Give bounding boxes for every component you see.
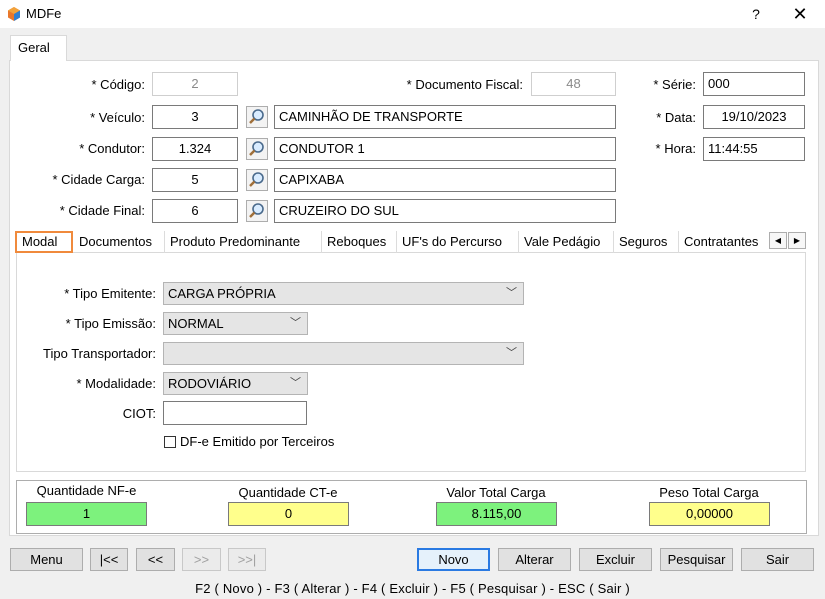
tab-documentos[interactable]: Documentos xyxy=(74,231,165,253)
cidade-final-code-field[interactable]: 6 xyxy=(152,199,238,223)
valor-total-label: Valor Total Carga xyxy=(446,485,546,500)
condutor-label: * Condutor: xyxy=(79,141,145,156)
magnifier-icon xyxy=(249,172,264,187)
documento-fiscal-field[interactable]: 48 xyxy=(531,72,616,96)
serie-label: * Série: xyxy=(653,77,696,92)
tipo-emissao-select[interactable]: NORMAL ﹀ xyxy=(163,312,308,335)
tab-reboques[interactable]: Reboques xyxy=(322,231,397,253)
tab-geral[interactable]: Geral xyxy=(10,35,67,61)
excluir-button[interactable]: Excluir xyxy=(579,548,652,571)
ciot-field[interactable] xyxy=(163,401,307,425)
magnifier-icon xyxy=(249,203,264,218)
condutor-search-button[interactable] xyxy=(246,138,268,160)
serie-field[interactable]: 000 xyxy=(703,72,805,96)
veiculo-code-field[interactable]: 3 xyxy=(152,105,238,129)
cidade-carga-name-field[interactable]: CAPIXABA xyxy=(274,168,616,192)
veiculo-name-field[interactable]: CAMINHÃO DE TRANSPORTE xyxy=(274,105,616,129)
tab-modal[interactable]: Modal xyxy=(15,231,73,253)
veiculo-search-button[interactable] xyxy=(246,106,268,128)
codigo-field[interactable]: 2 xyxy=(152,72,238,96)
help-button[interactable]: ? xyxy=(743,3,769,25)
chevron-down-icon: ﹀ xyxy=(290,377,301,389)
chevron-down-icon: ﹀ xyxy=(506,287,517,299)
alterar-button[interactable]: Alterar xyxy=(498,548,571,571)
tipo-emitente-value: CARGA PRÓPRIA xyxy=(168,286,276,301)
first-record-button[interactable]: |<< xyxy=(90,548,128,571)
qtd-nfe-value: 1 xyxy=(26,502,147,526)
tipo-transportador-label: Tipo Transportador: xyxy=(43,346,156,361)
cidade-carga-code-field[interactable]: 5 xyxy=(152,168,238,192)
next-record-button[interactable]: >> xyxy=(182,548,221,571)
cidade-final-label: * Cidade Final: xyxy=(59,203,145,218)
modalidade-label: * Modalidade: xyxy=(76,376,157,391)
tab-vale-pedagio[interactable]: Vale Pedágio xyxy=(519,231,614,253)
tab-produto-predominante[interactable]: Produto Predominante xyxy=(165,231,322,253)
tab-seguros[interactable]: Seguros xyxy=(614,231,679,253)
close-button[interactable]: ✕ xyxy=(785,3,815,25)
qtd-nfe-label: Quantidade NF-e xyxy=(36,483,137,498)
condutor-name-field[interactable]: CONDUTOR 1 xyxy=(274,137,616,161)
sair-button[interactable]: Sair xyxy=(741,548,814,571)
modalidade-select[interactable]: RODOVIÁRIO ﹀ xyxy=(163,372,308,395)
novo-button[interactable]: Novo xyxy=(417,548,490,571)
qtd-cte-value: 0 xyxy=(228,502,349,526)
chevron-down-icon: ﹀ xyxy=(506,347,517,359)
tipo-emissao-label: * Tipo Emissão: xyxy=(65,316,156,331)
app-logo-icon xyxy=(8,7,20,21)
modalidade-value: RODOVIÁRIO xyxy=(168,376,252,391)
documento-fiscal-label: * Documento Fiscal: xyxy=(406,77,523,92)
data-field[interactable]: 19/10/2023 xyxy=(703,105,805,129)
tab-contratantes[interactable]: Contratantes xyxy=(679,231,769,253)
menu-button[interactable]: Menu xyxy=(10,548,83,571)
cidade-carga-label: * Cidade Carga: xyxy=(52,172,146,187)
tipo-emitente-label: * Tipo Emitente: xyxy=(64,286,156,301)
valor-total-value: 8.115,00 xyxy=(436,502,557,526)
window-title: MDFe xyxy=(26,6,62,21)
last-record-button[interactable]: >>| xyxy=(228,548,266,571)
chevron-down-icon: ﹀ xyxy=(290,317,301,329)
tipo-emissao-value: NORMAL xyxy=(168,316,224,331)
tab-scroll-right-icon[interactable]: ▶ xyxy=(788,232,806,249)
previous-record-button[interactable]: << xyxy=(136,548,175,571)
magnifier-icon xyxy=(249,109,264,124)
ciot-label: CIOT: xyxy=(122,406,156,421)
hora-field[interactable]: 11:44:55 xyxy=(703,137,805,161)
veiculo-label: * Veículo: xyxy=(90,110,145,125)
pesquisar-button[interactable]: Pesquisar xyxy=(660,548,733,571)
cidade-final-name-field[interactable]: CRUZEIRO DO SUL xyxy=(274,199,616,223)
magnifier-icon xyxy=(249,141,264,156)
title-bar xyxy=(0,0,825,28)
qtd-cte-label: Quantidade CT-e xyxy=(238,485,338,500)
tab-scroll-left-icon[interactable]: ◀ xyxy=(769,232,787,249)
tab-ufs-do-percurso[interactable]: UF's do Percurso xyxy=(397,231,519,253)
data-label: * Data: xyxy=(656,110,696,125)
cidade-final-search-button[interactable] xyxy=(246,200,268,222)
dfe-terceiros-checkbox[interactable] xyxy=(164,436,176,448)
condutor-code-field[interactable]: 1.324 xyxy=(152,137,238,161)
dfe-terceiros-label: DF-e Emitido por Terceiros xyxy=(180,434,335,449)
peso-total-label: Peso Total Carga xyxy=(659,485,759,500)
hora-label: * Hora: xyxy=(655,141,696,156)
shortcut-hints: F2 ( Novo ) - F3 ( Alterar ) - F4 ( Excl… xyxy=(195,581,630,596)
tipo-transportador-select[interactable]: ﹀ xyxy=(163,342,524,365)
peso-total-value: 0,00000 xyxy=(649,502,770,526)
tipo-emitente-select[interactable]: CARGA PRÓPRIA ﹀ xyxy=(163,282,524,305)
codigo-label: * Código: xyxy=(91,77,145,92)
cidade-carga-search-button[interactable] xyxy=(246,169,268,191)
